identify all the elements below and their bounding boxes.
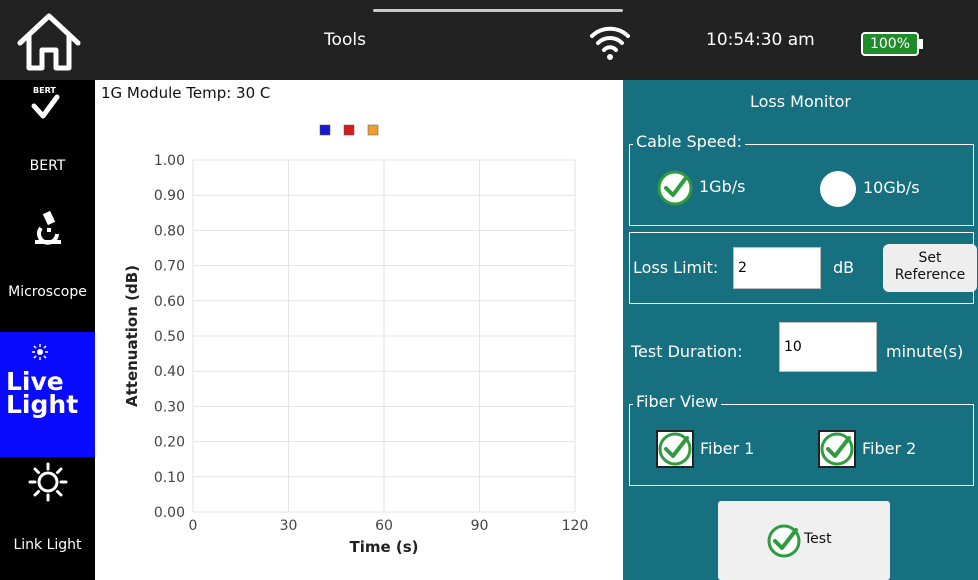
speed-1g-radio[interactable]: 1Gb/s (657, 170, 777, 206)
sidebar-item-link-light[interactable]: Link Light (0, 457, 95, 580)
loss-limit-unit: dB (833, 258, 855, 277)
y-tick-label: 0.60 (154, 294, 185, 310)
speed-10g-radio[interactable]: 10Gb/s (819, 170, 939, 208)
check-circle-icon (820, 432, 854, 466)
x-tick-label: 120 (562, 518, 589, 534)
x-tick-label: 90 (471, 518, 489, 534)
fiber-2-checkbox[interactable]: Fiber 2 (818, 430, 938, 468)
test-duration-label: Test Duration: (631, 342, 743, 361)
speed-10g-label: 10Gb/s (863, 178, 920, 197)
fiber-view-legend: Fiber View (633, 392, 722, 411)
test-button-label: Test (804, 531, 832, 547)
fiber-1-label: Fiber 1 (700, 439, 755, 458)
test-button[interactable]: Test (718, 501, 890, 580)
set-reference-button[interactable]: Set Reference (883, 244, 977, 292)
battery-level: 100% (869, 36, 911, 52)
sidebar-item-label: Link Light (13, 537, 82, 553)
x-axis-title: Time (s) (349, 538, 418, 556)
loss-limit-label: Loss Limit: (633, 258, 719, 277)
sun-icon (28, 462, 68, 502)
y-axis-title: Attenuation (dB) (123, 265, 141, 407)
x-tick-label: 60 (375, 518, 393, 534)
test-duration-input[interactable] (779, 322, 877, 372)
y-tick-label: 0.50 (154, 329, 185, 345)
loss-limit-input[interactable] (733, 247, 821, 289)
check-circle-icon (767, 524, 801, 558)
test-duration-unit: minute(s) (886, 342, 964, 361)
x-tick-label: 0 (189, 518, 198, 534)
radio-empty-icon (820, 171, 856, 207)
y-tick-label: 0.80 (154, 223, 185, 239)
check-circle-icon (658, 432, 692, 466)
chart-area: 1G Module Temp: 30 C 0.00 0.10 0.20 0.30 0.4… (95, 80, 623, 580)
speed-1g-label: 1Gb/s (699, 177, 746, 196)
live-light-icon (32, 344, 48, 360)
legend-swatch (319, 124, 331, 136)
sidebar-item-microscope[interactable]: Microscope (0, 190, 95, 300)
y-tick-label: 0.00 (154, 505, 185, 521)
x-tick-label: 30 (280, 518, 298, 534)
home-icon (17, 13, 81, 71)
legend-swatch (367, 124, 379, 136)
cable-speed-legend: Cable Speed: (633, 132, 746, 151)
y-tick-label: 0.10 (154, 470, 185, 486)
y-tick-label: 1.00 (154, 153, 185, 169)
check-circle-icon (657, 170, 693, 206)
sidebar-item-bert[interactable]: BERT BERT (0, 80, 95, 180)
sidebar-item-label: Live Light (6, 367, 79, 419)
attenuation-chart: 0.00 0.10 0.20 0.30 0.40 0.50 0.60 0.70 0.80 0.90… (123, 124, 589, 556)
page-title: Tools (324, 30, 366, 50)
y-tick-label: 0.40 (154, 364, 185, 380)
top-bar (0, 0, 978, 80)
legend-swatch (343, 124, 355, 136)
y-tick-label: 0.30 (154, 399, 185, 415)
fiber-1-checkbox[interactable]: Fiber 1 (656, 430, 776, 468)
bert-check-icon (31, 94, 60, 119)
loss-monitor-panel: Loss Monitor Cable Speed: 1Gb/s 10Gb/s L… (623, 80, 978, 580)
sidebar-item-live-light[interactable]: Live Light (0, 332, 95, 457)
microscope-icon (35, 210, 61, 245)
y-tick-label: 0.20 (154, 435, 185, 451)
top-handle[interactable] (373, 9, 623, 12)
home-button[interactable] (14, 10, 84, 74)
clock: 10:54:30 am (706, 30, 815, 50)
y-tick-label: 0.70 (154, 259, 185, 275)
sidebar-item-label: BERT (29, 158, 66, 174)
y-tick-label: 0.90 (154, 188, 185, 204)
wifi-icon (588, 20, 632, 64)
fiber-2-label: Fiber 2 (862, 439, 917, 458)
panel-title: Loss Monitor (750, 92, 851, 111)
sidebar-item-label: Microscope (8, 284, 87, 300)
